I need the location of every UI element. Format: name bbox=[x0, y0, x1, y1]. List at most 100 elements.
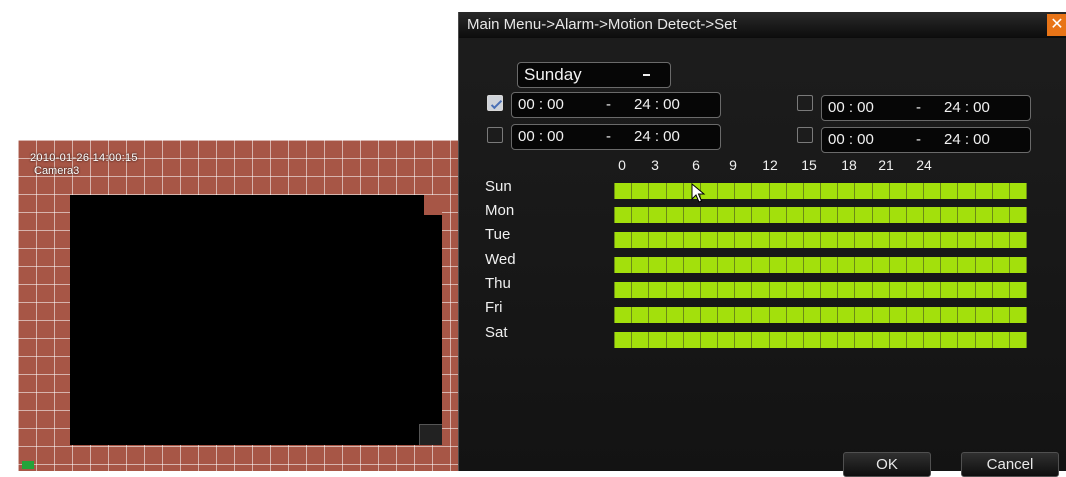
schedule-hour-cell[interactable] bbox=[700, 307, 718, 323]
schedule-hour-cell[interactable] bbox=[666, 207, 683, 223]
schedule-hour-cell[interactable] bbox=[855, 307, 872, 323]
schedule-hour-cell[interactable] bbox=[803, 232, 821, 248]
schedule-hour-cell[interactable] bbox=[700, 207, 718, 223]
schedule-hour-cell[interactable] bbox=[975, 183, 992, 199]
schedule-row-wed[interactable] bbox=[614, 257, 1027, 273]
period-4-checkbox[interactable] bbox=[797, 127, 813, 143]
schedule-hour-cell[interactable] bbox=[718, 232, 735, 248]
schedule-hour-cell[interactable] bbox=[683, 282, 700, 298]
schedule-hour-cell[interactable] bbox=[889, 207, 906, 223]
schedule-hour-cell[interactable] bbox=[700, 257, 718, 273]
schedule-hour-cell[interactable] bbox=[992, 232, 1009, 248]
schedule-hour-cell[interactable] bbox=[906, 332, 924, 348]
schedule-hour-cell[interactable] bbox=[1009, 307, 1027, 323]
schedule-hour-cell[interactable] bbox=[992, 282, 1009, 298]
schedule-hour-cell[interactable] bbox=[752, 332, 769, 348]
schedule-hour-cell[interactable] bbox=[975, 307, 992, 323]
schedule-hour-cell[interactable] bbox=[838, 282, 855, 298]
schedule-hour-cell[interactable] bbox=[786, 183, 803, 199]
schedule-hour-cell[interactable] bbox=[803, 183, 821, 199]
schedule-hour-cell[interactable] bbox=[632, 332, 649, 348]
period-3-start[interactable]: 00 : 00 bbox=[828, 96, 874, 120]
schedule-hour-cell[interactable] bbox=[769, 332, 786, 348]
schedule-hour-cell[interactable] bbox=[615, 282, 632, 298]
schedule-hour-cell[interactable] bbox=[718, 207, 735, 223]
schedule-hour-cell[interactable] bbox=[615, 232, 632, 248]
schedule-hour-cell[interactable] bbox=[958, 257, 975, 273]
schedule-hour-cell[interactable] bbox=[803, 257, 821, 273]
schedule-hour-cell[interactable] bbox=[941, 332, 958, 348]
schedule-hour-cell[interactable] bbox=[615, 332, 632, 348]
schedule-hour-cell[interactable] bbox=[718, 257, 735, 273]
schedule-hour-cell[interactable] bbox=[632, 257, 649, 273]
schedule-hour-cell[interactable] bbox=[615, 307, 632, 323]
schedule-hour-cell[interactable] bbox=[649, 257, 666, 273]
schedule-hour-cell[interactable] bbox=[683, 257, 700, 273]
schedule-hour-cell[interactable] bbox=[992, 307, 1009, 323]
schedule-hour-cell[interactable] bbox=[700, 332, 718, 348]
schedule-hour-cell[interactable] bbox=[666, 232, 683, 248]
schedule-hour-cell[interactable] bbox=[872, 257, 889, 273]
schedule-hour-cell[interactable] bbox=[975, 207, 992, 223]
schedule-hour-cell[interactable] bbox=[906, 282, 924, 298]
close-button[interactable]: ✕ bbox=[1047, 14, 1066, 36]
schedule-hour-cell[interactable] bbox=[769, 282, 786, 298]
schedule-hour-cell[interactable] bbox=[855, 207, 872, 223]
schedule-hour-cell[interactable] bbox=[821, 183, 838, 199]
schedule-hour-cell[interactable] bbox=[958, 307, 975, 323]
period-3-time-range[interactable]: 00 : 00 - 24 : 00 bbox=[821, 95, 1031, 121]
schedule-hour-cell[interactable] bbox=[752, 257, 769, 273]
schedule-hour-cell[interactable] bbox=[1009, 232, 1027, 248]
schedule-hour-cell[interactable] bbox=[1009, 282, 1027, 298]
schedule-hour-cell[interactable] bbox=[683, 232, 700, 248]
schedule-hour-cell[interactable] bbox=[649, 207, 666, 223]
schedule-hour-cell[interactable] bbox=[855, 183, 872, 199]
schedule-hour-cell[interactable] bbox=[769, 307, 786, 323]
schedule-hour-cell[interactable] bbox=[958, 183, 975, 199]
schedule-row-sat[interactable] bbox=[614, 332, 1027, 348]
schedule-hour-cell[interactable] bbox=[924, 282, 941, 298]
schedule-hour-cell[interactable] bbox=[718, 307, 735, 323]
schedule-hour-cell[interactable] bbox=[838, 257, 855, 273]
schedule-hour-cell[interactable] bbox=[666, 183, 683, 199]
schedule-row-sun[interactable] bbox=[614, 183, 1027, 199]
schedule-hour-cell[interactable] bbox=[752, 282, 769, 298]
schedule-hour-cell[interactable] bbox=[992, 207, 1009, 223]
schedule-hour-cell[interactable] bbox=[889, 183, 906, 199]
period-1-start[interactable]: 00 : 00 bbox=[518, 93, 564, 117]
schedule-hour-cell[interactable] bbox=[735, 307, 752, 323]
schedule-hour-cell[interactable] bbox=[821, 232, 838, 248]
period-3-end[interactable]: 24 : 00 bbox=[944, 96, 990, 120]
schedule-hour-cell[interactable] bbox=[924, 257, 941, 273]
schedule-hour-cell[interactable] bbox=[769, 232, 786, 248]
schedule-hour-cell[interactable] bbox=[666, 307, 683, 323]
schedule-hour-cell[interactable] bbox=[872, 207, 889, 223]
camera-preview[interactable]: 2010-01-26 14:00:15 Camera3 bbox=[18, 140, 468, 471]
schedule-hour-cell[interactable] bbox=[718, 282, 735, 298]
schedule-hour-cell[interactable] bbox=[975, 282, 992, 298]
period-3-checkbox[interactable] bbox=[797, 95, 813, 111]
schedule-hour-cell[interactable] bbox=[889, 307, 906, 323]
schedule-row-thu[interactable] bbox=[614, 282, 1027, 298]
schedule-hour-cell[interactable] bbox=[683, 332, 700, 348]
schedule-hour-cell[interactable] bbox=[803, 282, 821, 298]
schedule-hour-cell[interactable] bbox=[855, 282, 872, 298]
schedule-hour-cell[interactable] bbox=[769, 257, 786, 273]
schedule-hour-cell[interactable] bbox=[821, 332, 838, 348]
schedule-hour-cell[interactable] bbox=[1009, 183, 1027, 199]
schedule-hour-cell[interactable] bbox=[924, 332, 941, 348]
schedule-hour-cell[interactable] bbox=[872, 282, 889, 298]
schedule-hour-cell[interactable] bbox=[958, 332, 975, 348]
schedule-row-tue[interactable] bbox=[614, 232, 1027, 248]
schedule-hour-cell[interactable] bbox=[975, 332, 992, 348]
period-2-checkbox[interactable] bbox=[487, 127, 503, 143]
schedule-hour-cell[interactable] bbox=[872, 332, 889, 348]
schedule-hour-cell[interactable] bbox=[786, 307, 803, 323]
schedule-hour-cell[interactable] bbox=[958, 207, 975, 223]
schedule-hour-cell[interactable] bbox=[906, 207, 924, 223]
schedule-hour-cell[interactable] bbox=[735, 207, 752, 223]
schedule-hour-cell[interactable] bbox=[941, 257, 958, 273]
schedule-hour-cell[interactable] bbox=[958, 282, 975, 298]
schedule-hour-cell[interactable] bbox=[872, 232, 889, 248]
schedule-hour-cell[interactable] bbox=[786, 282, 803, 298]
